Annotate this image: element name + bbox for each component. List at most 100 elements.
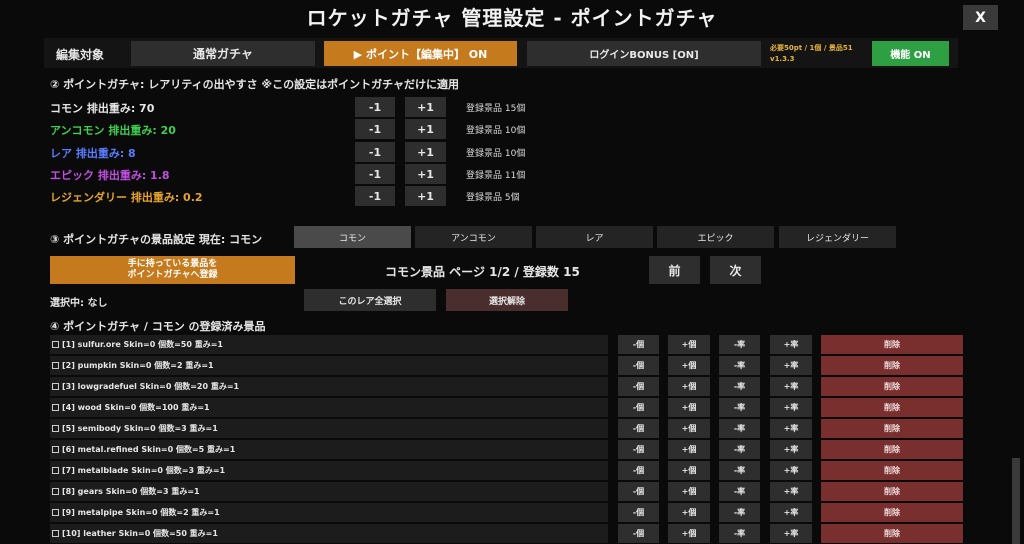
login-bonus-button[interactable]: ログインBONUS [ON] xyxy=(527,41,761,66)
delete-button[interactable]: 削除 xyxy=(821,503,963,522)
increase-rate-button[interactable]: +率 xyxy=(770,461,812,480)
decrease-rate-button[interactable]: -率 xyxy=(719,482,760,501)
decrease-rate-button[interactable]: -率 xyxy=(719,335,760,354)
checkbox-icon[interactable] xyxy=(52,446,59,453)
table-row[interactable]: [8] gears Skin=0 個数=3 重み=1 xyxy=(50,482,608,501)
decrease-count-button[interactable]: -個 xyxy=(618,419,659,438)
decrease-count-button[interactable]: -個 xyxy=(618,356,659,375)
table-row[interactable]: [2] pumpkin Skin=0 個数=2 重み=1 xyxy=(50,356,608,375)
rarity-tab[interactable]: エピック xyxy=(657,226,774,248)
increase-count-button[interactable]: +個 xyxy=(668,356,710,375)
increase-count-button[interactable]: +個 xyxy=(668,398,710,417)
delete-button[interactable]: 削除 xyxy=(821,356,963,375)
decrease-rate-button[interactable]: -率 xyxy=(719,524,760,543)
increase-count-button[interactable]: +個 xyxy=(668,524,710,543)
table-row[interactable]: [9] metalpipe Skin=0 個数=2 重み=1 xyxy=(50,503,608,522)
checkbox-icon[interactable] xyxy=(52,509,59,516)
next-page-button[interactable]: 次 xyxy=(710,256,761,284)
decrease-rate-button[interactable]: -率 xyxy=(719,398,760,417)
prize-settings-heading: ③ ポイントガチャの景品設定 現在: コモン xyxy=(50,233,263,246)
select-all-rarity-button[interactable]: このレア全選択 xyxy=(304,289,436,311)
delete-button[interactable]: 削除 xyxy=(821,461,963,480)
weight-minus-button[interactable]: -1 xyxy=(355,186,395,206)
weight-plus-button[interactable]: +1 xyxy=(405,119,446,139)
rarity-tab[interactable]: レア xyxy=(536,226,653,248)
delete-button[interactable]: 削除 xyxy=(821,398,963,417)
increase-count-button[interactable]: +個 xyxy=(668,419,710,438)
increase-count-button[interactable]: +個 xyxy=(668,482,710,501)
table-row[interactable]: [3] lowgradefuel Skin=0 個数=20 重み=1 xyxy=(50,377,608,396)
table-row[interactable]: [10] leather Skin=0 個数=50 重み=1 xyxy=(50,524,608,543)
rarity-tab[interactable]: アンコモン xyxy=(415,226,532,248)
function-on-button[interactable]: 機能 ON xyxy=(872,41,949,66)
weight-minus-button[interactable]: -1 xyxy=(355,119,395,139)
checkbox-icon[interactable] xyxy=(52,341,59,348)
table-row[interactable]: [4] wood Skin=0 個数=100 重み=1 xyxy=(50,398,608,417)
increase-rate-button[interactable]: +率 xyxy=(770,356,812,375)
table-row[interactable]: [1] sulfur.ore Skin=0 個数=50 重み=1 xyxy=(50,335,608,354)
increase-count-button[interactable]: +個 xyxy=(668,335,710,354)
checkbox-icon[interactable] xyxy=(52,383,59,390)
increase-count-button[interactable]: +個 xyxy=(668,440,710,459)
table-row[interactable]: [6] metal.refined Skin=0 個数=5 重み=1 xyxy=(50,440,608,459)
delete-button[interactable]: 削除 xyxy=(821,335,963,354)
decrease-count-button[interactable]: -個 xyxy=(618,398,659,417)
weight-plus-button[interactable]: +1 xyxy=(405,186,446,206)
decrease-rate-button[interactable]: -率 xyxy=(719,419,760,438)
increase-rate-button[interactable]: +率 xyxy=(770,524,812,543)
decrease-count-button[interactable]: -個 xyxy=(618,440,659,459)
checkbox-icon[interactable] xyxy=(52,404,59,411)
decrease-rate-button[interactable]: -率 xyxy=(719,503,760,522)
decrease-rate-button[interactable]: -率 xyxy=(719,440,760,459)
increase-rate-button[interactable]: +率 xyxy=(770,419,812,438)
checkbox-icon[interactable] xyxy=(52,530,59,537)
delete-button[interactable]: 削除 xyxy=(821,419,963,438)
scrollbar-thumb[interactable] xyxy=(1012,458,1020,544)
point-gacha-button[interactable]: ▶ ポイント【編集中】 ON xyxy=(324,41,517,66)
delete-button[interactable]: 削除 xyxy=(821,377,963,396)
delete-button[interactable]: 削除 xyxy=(821,482,963,501)
increase-count-button[interactable]: +個 xyxy=(668,461,710,480)
item-label: [2] pumpkin Skin=0 個数=2 重み=1 xyxy=(62,361,214,370)
decrease-rate-button[interactable]: -率 xyxy=(719,461,760,480)
decrease-count-button[interactable]: -個 xyxy=(618,377,659,396)
weight-minus-button[interactable]: -1 xyxy=(355,97,395,117)
decrease-rate-button[interactable]: -率 xyxy=(719,377,760,396)
checkbox-icon[interactable] xyxy=(52,425,59,432)
table-row[interactable]: [5] semibody Skin=0 個数=3 重み=1 xyxy=(50,419,608,438)
decrease-count-button[interactable]: -個 xyxy=(618,524,659,543)
increase-count-button[interactable]: +個 xyxy=(668,503,710,522)
prev-page-button[interactable]: 前 xyxy=(649,256,700,284)
table-row[interactable]: [7] metalblade Skin=0 個数=3 重み=1 xyxy=(50,461,608,480)
deselect-button[interactable]: 選択解除 xyxy=(446,289,568,311)
weight-plus-button[interactable]: +1 xyxy=(405,164,446,184)
normal-gacha-button[interactable]: 通常ガチャ xyxy=(131,41,315,66)
weight-plus-button[interactable]: +1 xyxy=(405,97,446,117)
increase-rate-button[interactable]: +率 xyxy=(770,377,812,396)
increase-count-button[interactable]: +個 xyxy=(668,377,710,396)
weight-minus-button[interactable]: -1 xyxy=(355,164,395,184)
delete-button[interactable]: 削除 xyxy=(821,524,963,543)
register-held-item-button[interactable]: 手に持っている景品を ポイントガチャへ登録 xyxy=(50,256,295,284)
rarity-label: レア 排出重み: 8 xyxy=(50,147,136,160)
weight-minus-button[interactable]: -1 xyxy=(355,142,395,162)
decrease-count-button[interactable]: -個 xyxy=(618,482,659,501)
decrease-count-button[interactable]: -個 xyxy=(618,461,659,480)
increase-rate-button[interactable]: +率 xyxy=(770,440,812,459)
rarity-tab[interactable]: コモン xyxy=(294,226,411,248)
decrease-count-button[interactable]: -個 xyxy=(618,503,659,522)
checkbox-icon[interactable] xyxy=(52,362,59,369)
delete-button[interactable]: 削除 xyxy=(821,440,963,459)
decrease-rate-button[interactable]: -率 xyxy=(719,356,760,375)
decrease-count-button[interactable]: -個 xyxy=(618,335,659,354)
increase-rate-button[interactable]: +率 xyxy=(770,482,812,501)
register-line-1: 手に持っている景品を xyxy=(127,259,218,269)
rarity-tab[interactable]: レジェンダリー xyxy=(779,226,896,248)
weight-plus-button[interactable]: +1 xyxy=(405,142,446,162)
increase-rate-button[interactable]: +率 xyxy=(770,398,812,417)
checkbox-icon[interactable] xyxy=(52,488,59,495)
increase-rate-button[interactable]: +率 xyxy=(770,335,812,354)
increase-rate-button[interactable]: +率 xyxy=(770,503,812,522)
checkbox-icon[interactable] xyxy=(52,467,59,474)
close-button[interactable]: X xyxy=(963,5,998,30)
